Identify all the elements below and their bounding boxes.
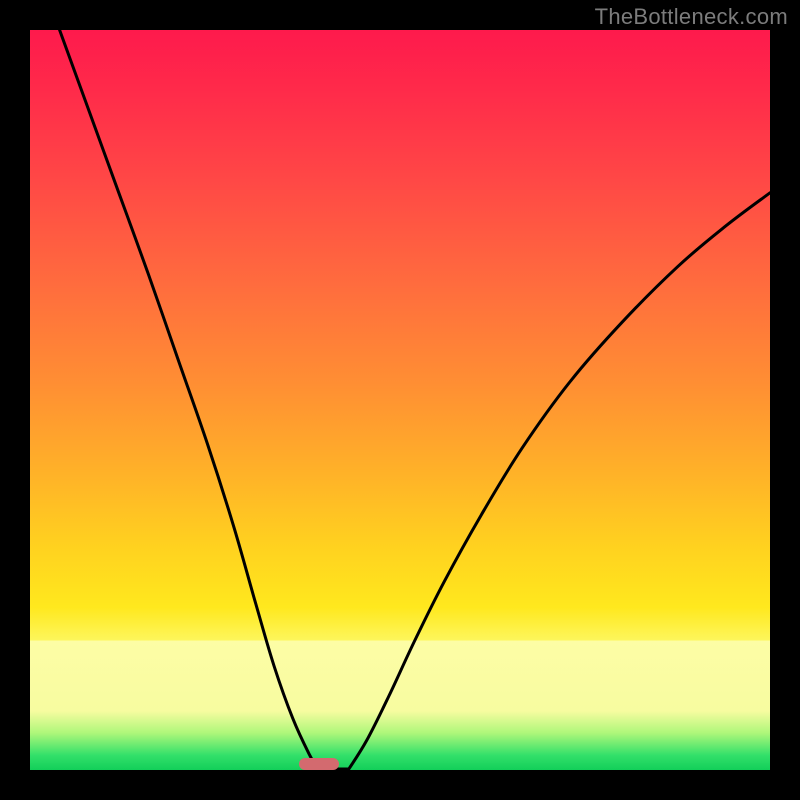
chart-frame: TheBottleneck.com	[0, 0, 800, 800]
plot-area	[30, 30, 770, 770]
minimum-marker	[299, 758, 339, 770]
curve-path	[60, 30, 770, 770]
bottleneck-curve	[30, 30, 770, 770]
watermark-text: TheBottleneck.com	[595, 4, 788, 30]
